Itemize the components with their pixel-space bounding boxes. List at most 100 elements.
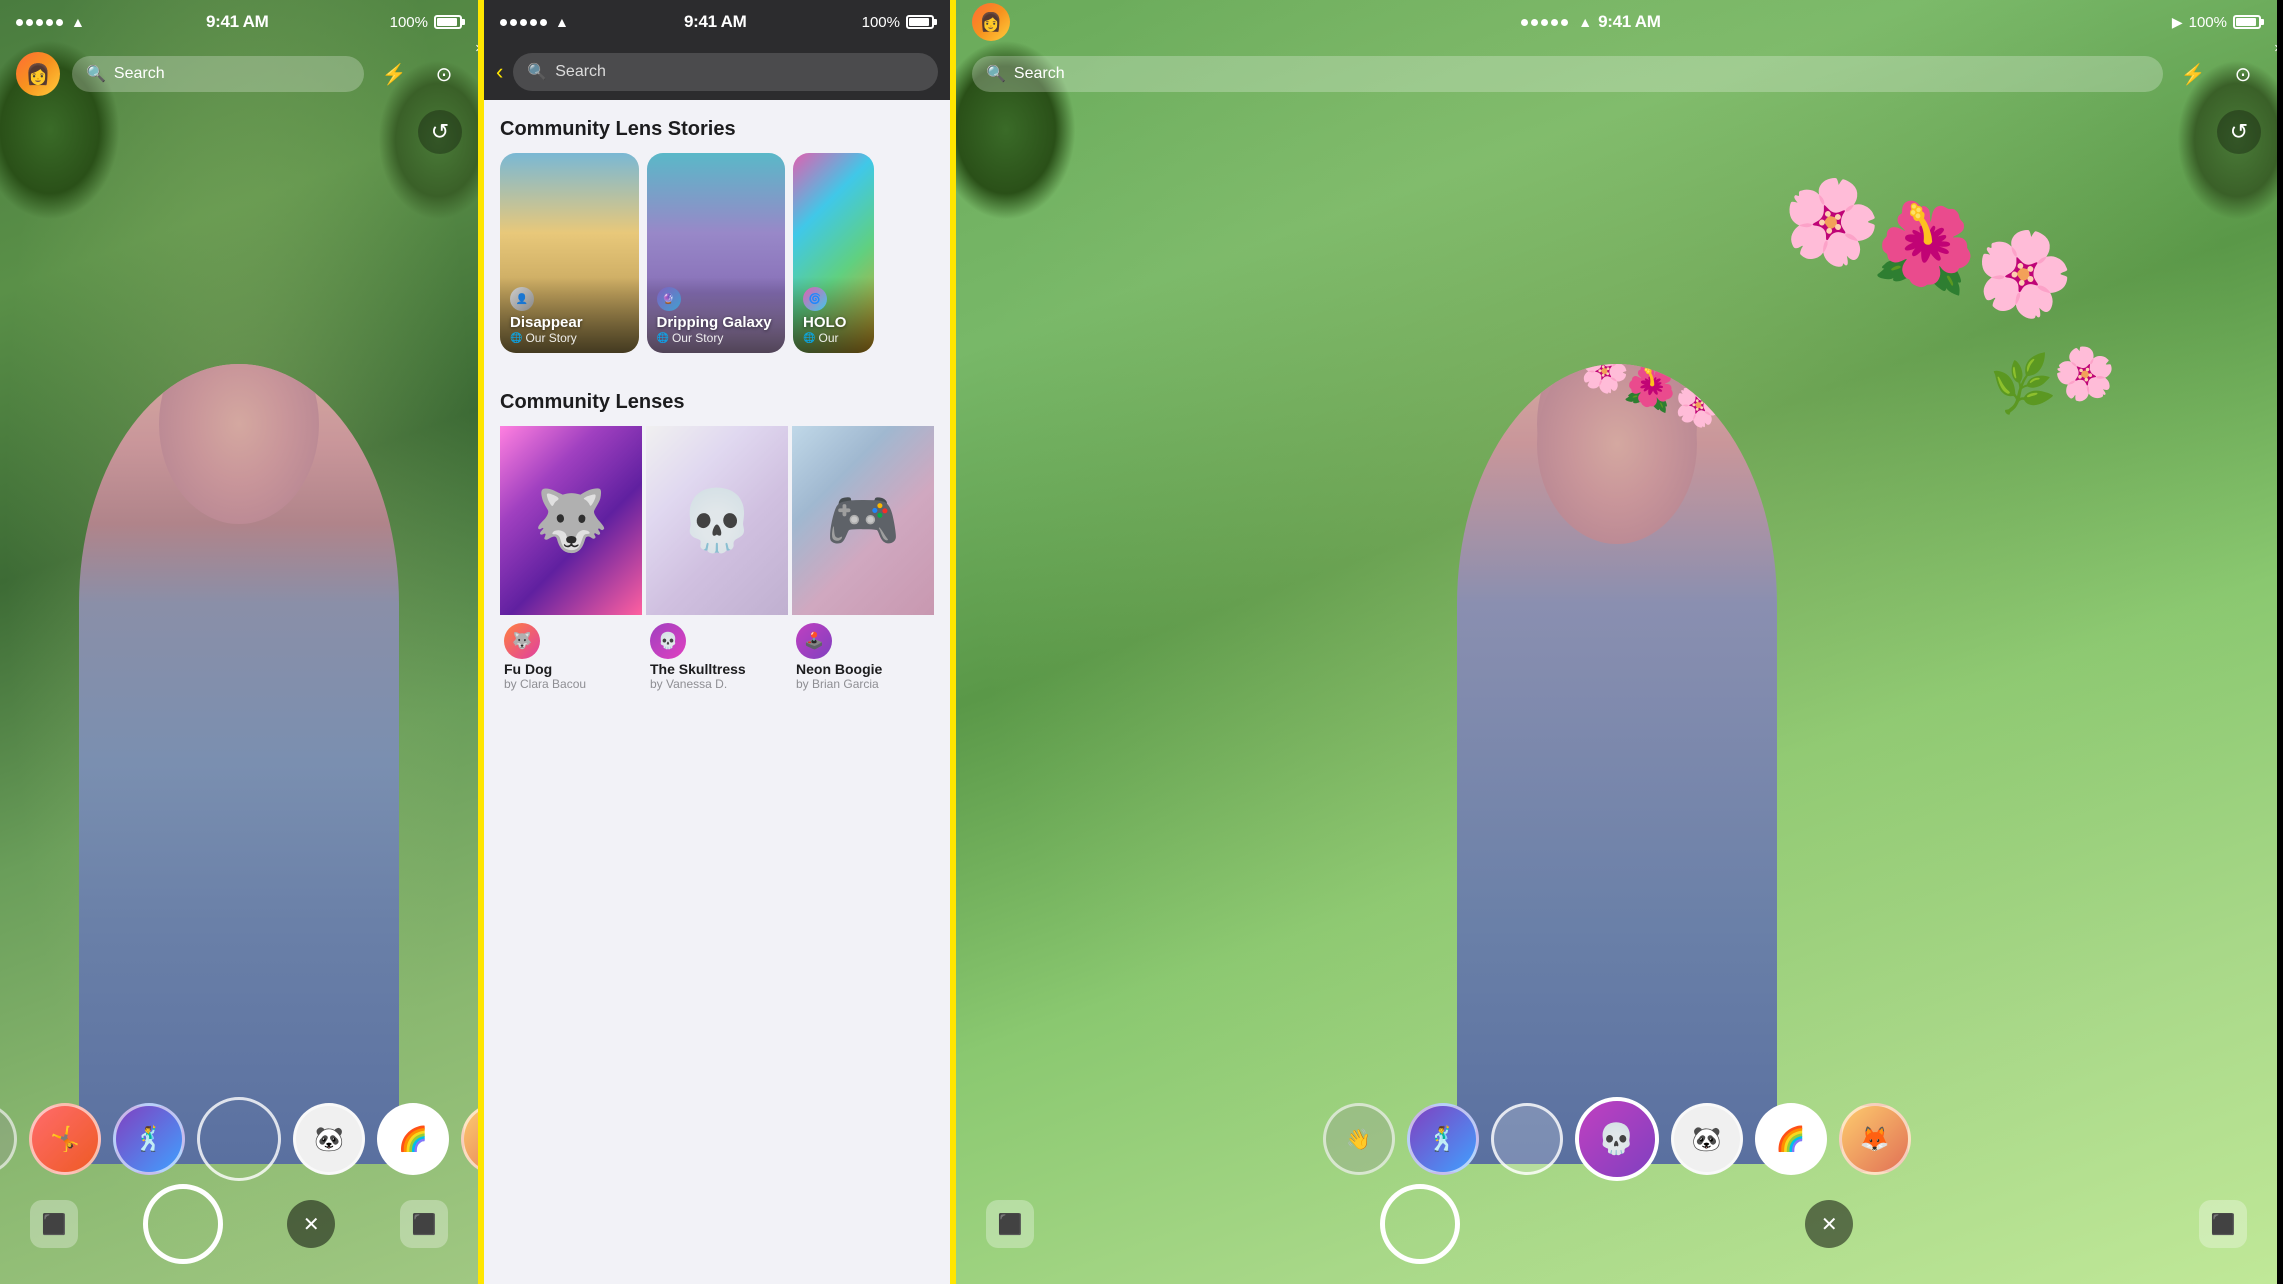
carousel-item-right-0[interactable]: 👋 [1323,1103,1395,1175]
camera-rotate-right[interactable]: ↺ [2217,110,2261,154]
signal-dot-r2 [1531,19,1538,26]
right-icons-left: ⚡ ✕ ⊙ [376,56,462,92]
camera-rotate-left[interactable]: ↺ [418,110,462,154]
flash-x-left: ✕ [475,42,484,55]
carousel-emoji-right-3: 💀 [1598,1122,1635,1157]
story-creator-row-holo: 🌀 [803,287,864,311]
carousel-item-left-2[interactable]: 🕺 [113,1103,185,1175]
battery-icon-left [434,15,462,29]
carousel-item-right-3-skulltress[interactable]: 💀 [1575,1097,1659,1181]
carousel-item-right-6[interactable]: 🦊 [1839,1103,1911,1175]
lens-carousel-right: 👋 🕺 💀 🐼 🌈 🦊 [956,1094,2277,1184]
center-content: Community Lens Stories 👤 Disappear 🌐 Our… [484,100,950,1284]
carousel-item-left-5[interactable]: 🌈 [377,1103,449,1175]
shutter-button-left[interactable] [143,1184,223,1264]
bottom-controls-right: ⬛ ✕ ⬛ [956,1184,2277,1284]
community-lens-stories-section: Community Lens Stories 👤 Disappear 🌐 Our… [484,100,950,373]
camera-switch-button-right[interactable]: ⊙ [2225,56,2261,92]
lenses-grid: 🐺 🐺 Fu Dog by Clara Bacou 💀 💀 [484,426,950,715]
carousel-item-right-4[interactable]: 🐼 [1671,1103,1743,1175]
snap-header-left: 👩 🔍 Search ⚡ ✕ ⊙ [0,44,478,104]
gallery-icon-left: ⬛ [412,1212,437,1237]
carousel-item-left-6[interactable]: 🦊 [461,1103,484,1175]
lens-card-fu-dog[interactable]: 🐺 🐺 Fu Dog by Clara Bacou [500,426,642,695]
flash-x-right: ✕ [2274,42,2277,55]
carousel-item-right-1[interactable]: 🕺 [1407,1103,1479,1175]
carousel-emoji-right-4: 🐼 [1692,1125,1722,1154]
carousel-item-left-4[interactable]: 🐼 [293,1103,365,1175]
flash-button-left[interactable]: ⚡ ✕ [376,56,412,92]
flash-icon-left: ⚡ [382,62,407,87]
floral-decoration: 🌸🌺🌸 [1771,163,2084,331]
signal-dot-c1 [500,19,507,26]
status-left-right: 👩 [972,3,1010,41]
lens-creator-neon-boogie: by Brian Garcia [796,677,930,691]
lens-info-neon-boogie: 🕹️ Neon Boogie by Brian Garcia [792,615,934,695]
search-placeholder-center: Search [555,63,606,81]
lens-card-neon-boogie[interactable]: 🎮 🕹️ Neon Boogie by Brian Garcia [792,426,934,695]
lens-creator-row-fu-dog: 🐺 [504,623,638,659]
person-left [79,364,399,1164]
left-panel: ▲ 9:41 AM 100% 👩 🔍 Search ⚡ ✕ ⊙ ↺ [0,0,484,1284]
carousel-item-right-2[interactable] [1491,1103,1563,1175]
carousel-item-left-3-shutter[interactable] [197,1097,281,1181]
signal-dots-right [1521,19,1568,26]
signal-dot-1 [16,19,23,26]
lens-name-fu-dog: Fu Dog [504,661,638,677]
rotate-icon-right: ↺ [2230,119,2248,145]
close-icon-left: ✕ [303,1212,320,1237]
gallery-button-left[interactable]: ⬛ [400,1200,448,1248]
story-card-disappear[interactable]: 👤 Disappear 🌐 Our Story [500,153,639,353]
memories-button-left[interactable]: ⬛ [30,1200,78,1248]
lens-card-skulltress[interactable]: 💀 💀 The Skulltress by Vanessa D. [646,426,788,695]
status-time-right: 9:41 AM [1598,12,1660,32]
status-right-center: 100% [862,14,934,31]
stories-row: 👤 Disappear 🌐 Our Story 🔮 [484,153,950,373]
wifi-icon-right: ▲ [1578,14,1592,30]
back-button-center[interactable]: ‹ [496,59,503,85]
lens-creator-row-skulltress: 💀 [650,623,784,659]
signal-dots-center [500,19,547,26]
play-icon-right: ▶ [2172,14,2183,31]
story-title-holo: HOLO [803,314,864,331]
flash-button-right[interactable]: ⚡ ✕ [2175,56,2211,92]
avatar-right[interactable]: 👩 [972,3,1010,41]
search-bar-center[interactable]: 🔍 Search [513,53,938,91]
carousel-emoji-left-5: 🌈 [398,1125,428,1154]
story-subtitle-text-dripping-galaxy: Our Story [672,331,723,345]
right-panel: 🌸🌺🌸 🌿🌸 👩 ▲ 9:41 AM ▶ 100 [956,0,2277,1284]
signal-dot-c4 [530,19,537,26]
globe-icon-disappear: 🌐 [510,333,522,344]
search-bar-right[interactable]: 🔍 Search [972,56,2163,92]
lens-creator-skulltress: by Vanessa D. [650,677,784,691]
camera-switch-button-left[interactable]: ⊙ [426,56,462,92]
community-lens-stories-title: Community Lens Stories [484,100,950,153]
right-icons-right: ⚡ ✕ ⊙ [2175,56,2261,92]
search-icon-center: 🔍 [527,62,547,82]
story-card-holo[interactable]: 🌀 HOLO 🌐 Our [793,153,874,353]
center-header: ▲ 9:41 AM 100% ‹ 🔍 Search [484,0,950,100]
center-search-row: ‹ 🔍 Search [484,44,950,100]
carousel-item-left-1[interactable]: 🤸 [29,1103,101,1175]
close-button-left[interactable]: ✕ [287,1200,335,1248]
story-card-dripping-galaxy[interactable]: 🔮 Dripping Galaxy 🌐 Our Story [647,153,786,353]
story-creator-avatar-disappear: 👤 [510,287,534,311]
gallery-button-right[interactable]: ⬛ [2199,1200,2247,1248]
memories-button-right[interactable]: ⬛ [986,1200,1034,1248]
bottom-controls-left: ⬛ ✕ ⬛ [0,1184,478,1284]
story-subtitle-text-holo: Our [818,331,838,345]
lens-creator-row-neon-boogie: 🕹️ [796,623,930,659]
signal-dot-c2 [510,19,517,26]
signal-dot-4 [46,19,53,26]
signal-dot-r1 [1521,19,1528,26]
status-bar-left: ▲ 9:41 AM 100% [0,0,478,44]
camera-background-right: 🌸🌺🌸 🌿🌸 [956,0,2277,1284]
shutter-button-right[interactable] [1380,1184,1460,1264]
avatar-left[interactable]: 👩 [16,52,60,96]
signal-dot-c3 [520,19,527,26]
lens-creator-avatar-skulltress: 💀 [650,623,686,659]
carousel-item-right-5[interactable]: 🌈 [1755,1103,1827,1175]
search-bar-left[interactable]: 🔍 Search [72,56,364,92]
close-button-right[interactable]: ✕ [1805,1200,1853,1248]
carousel-item-left-0[interactable]: 🐾 [0,1103,17,1175]
